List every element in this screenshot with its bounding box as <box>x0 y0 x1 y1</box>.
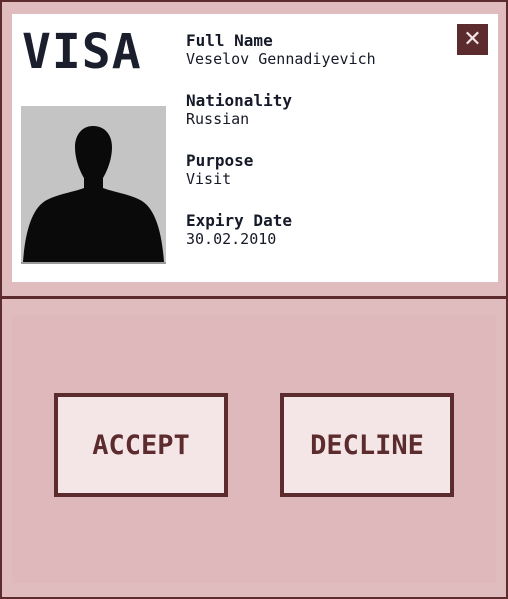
field-value: Russian <box>186 110 250 128</box>
close-button[interactable]: ✕ <box>457 24 488 55</box>
field-label: Full Name <box>186 31 273 50</box>
visa-fields: Full Name Veselov Gennadiyevich National… <box>186 32 376 272</box>
divider <box>2 296 506 299</box>
passport-photo <box>21 106 166 264</box>
field-label: Expiry Date <box>186 211 292 230</box>
person-silhouette-icon <box>21 106 166 262</box>
decline-button[interactable]: DECLINE <box>280 393 454 497</box>
visa-document: VISA Full Name Veselov Gennadiyevich Nat… <box>12 14 498 282</box>
field-nationality: Nationality Russian <box>186 92 376 152</box>
action-panel: ACCEPT DECLINE <box>12 315 496 583</box>
visa-title: VISA <box>22 24 142 80</box>
field-full-name: Full Name Veselov Gennadiyevich <box>186 32 376 92</box>
field-label: Nationality <box>186 91 292 110</box>
field-value: 30.02.2010 <box>186 230 277 248</box>
close-icon: ✕ <box>463 26 482 52</box>
field-label: Purpose <box>186 151 254 170</box>
field-value: Veselov Gennadiyevich <box>186 50 376 68</box>
field-purpose: Purpose Visit <box>186 152 376 212</box>
field-value: Visit <box>186 170 232 188</box>
field-expiry-date: Expiry Date 30.02.2010 <box>186 212 376 272</box>
visa-window: VISA Full Name Veselov Gennadiyevich Nat… <box>0 0 508 599</box>
accept-button[interactable]: ACCEPT <box>54 393 228 497</box>
